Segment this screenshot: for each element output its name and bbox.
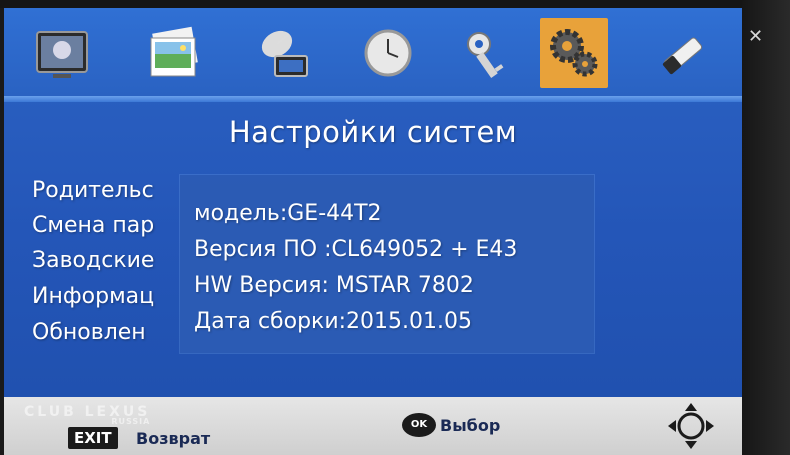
watermark-logo: CLUB LEXUS RUSSIA bbox=[24, 404, 151, 426]
model-text: модель:GE-44T2 bbox=[194, 201, 382, 226]
iconbar-divider bbox=[4, 96, 742, 102]
main-menu-iconbar bbox=[4, 8, 742, 102]
system-info-panel: модель:GE-44T2 Версия ПО :CL649052 + E43… bbox=[180, 175, 594, 353]
gear-settings-icon[interactable] bbox=[540, 18, 608, 88]
monitor-bezel-top bbox=[0, 0, 790, 8]
build-date-text: Дата сборки:2015.01.05 bbox=[194, 309, 473, 334]
settings-screen: Настройки систем Родительс Смена пар Зав… bbox=[4, 8, 742, 455]
select-label: Выбор bbox=[440, 416, 501, 435]
corner-mark-icon: ✕ bbox=[748, 26, 764, 47]
key-lock-icon[interactable] bbox=[452, 18, 520, 88]
page-title: Настройки систем bbox=[228, 115, 518, 149]
usb-drive-icon[interactable] bbox=[650, 18, 718, 88]
tv-picture-icon[interactable] bbox=[28, 18, 96, 88]
ok-key-badge: OK bbox=[402, 413, 436, 437]
monitor-bezel-right bbox=[742, 0, 790, 455]
satellite-dish-icon[interactable] bbox=[250, 18, 318, 88]
hardware-version-text: HW Версия: MSTAR 7802 bbox=[194, 273, 474, 298]
dpad-navigation-icon bbox=[668, 403, 714, 449]
back-label: Возврат bbox=[136, 429, 211, 448]
clock-icon[interactable] bbox=[354, 18, 422, 88]
exit-key-badge: EXIT bbox=[68, 427, 118, 449]
software-version-text: Версия ПО :CL649052 + E43 bbox=[194, 237, 518, 262]
image-icon[interactable] bbox=[140, 18, 208, 88]
